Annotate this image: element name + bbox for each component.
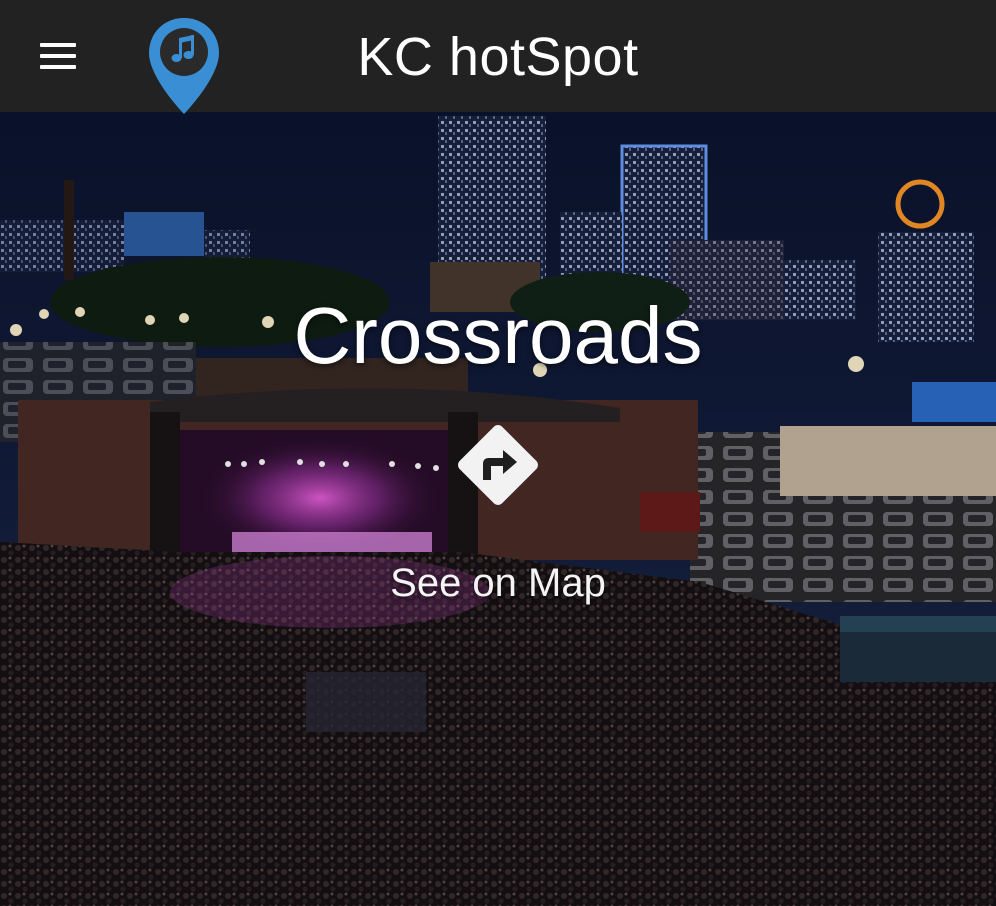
see-on-map-link[interactable]: See on Map	[0, 558, 996, 608]
app-root: KC hotSpot Crossroads See on Map	[0, 0, 996, 906]
venue-name: Crossroads	[293, 291, 703, 380]
app-header: KC hotSpot	[0, 0, 996, 114]
music-note-map-pin-icon[interactable]	[146, 16, 222, 116]
turn-right-directions-icon[interactable]	[451, 418, 545, 512]
venue-hero: Crossroads See on Map	[0, 112, 996, 906]
